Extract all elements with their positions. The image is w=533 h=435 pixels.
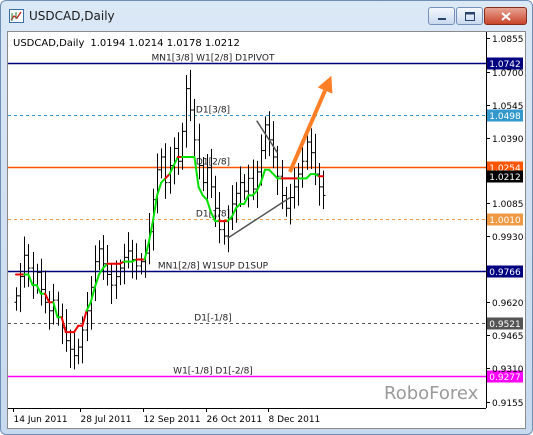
- annotations-layer: [227, 75, 333, 239]
- chart-app-icon: [9, 9, 24, 23]
- y-tick-label: 1.0390: [492, 135, 524, 145]
- y-tick-label: 1.0855: [492, 35, 524, 45]
- y-tick-label: 0.9310: [492, 365, 524, 375]
- x-tick-label: 14 Jun 2011: [14, 415, 68, 425]
- symbol-timeframe-label: USDCAD,Daily 1.0194 1.0214 1.0178 1.0212: [13, 38, 240, 49]
- level-label: MN1[3/8] W1[2/8] D1PIVOT: [152, 54, 275, 64]
- levels-layer: MN1[3/8] W1[2/8] D1PIVOT1.0742D1[3/8]1.0…: [8, 54, 523, 383]
- ma-segment-up: [197, 185, 204, 197]
- chart-window: USDCAD,Daily MN1[3/8] W1[2/8] D1PIVOT 1.0…: [0, 0, 533, 435]
- price-chart[interactable]: MN1[3/8] W1[2/8] D1PIVOT1.0742D1[3/8]1.0…: [8, 32, 525, 428]
- ma-segment-down: [81, 309, 88, 327]
- x-tick-label: 28 Jul 2011: [81, 415, 132, 425]
- level-label: D1[3/8]: [196, 106, 230, 116]
- axes-layer: 1.0855 1.0700 1.0545 1.0390 1.0085 0.9930 0.96…: [13, 35, 524, 425]
- triangle-upper-line: [256, 120, 279, 154]
- maximize-button[interactable]: [456, 7, 483, 25]
- title-bar[interactable]: USDCAD,Daily: [1, 1, 532, 31]
- y-tick-label: 1.0085: [492, 200, 524, 210]
- price-tag-label: 1.0212: [489, 173, 521, 183]
- x-tick-label: 8 Dec 2011: [269, 415, 321, 425]
- chart-frame: MN1[3/8] W1[2/8] D1PIVOT 1.0742 D1[3/8] 1.0…: [7, 31, 526, 429]
- maximize-icon: [465, 12, 475, 21]
- ma-segment-down: [73, 324, 80, 334]
- ma-segment-up: [27, 273, 34, 287]
- close-icon: [501, 12, 511, 21]
- y-tick-label: 1.0545: [492, 102, 524, 112]
- price-tag-label: 1.0498: [489, 112, 521, 122]
- price-tag-label: 1.0010: [489, 216, 521, 226]
- y-tick-label: 0.9930: [492, 233, 524, 243]
- close-button[interactable]: [484, 7, 527, 25]
- y-tick-label: 1.0700: [492, 69, 524, 79]
- level-label: MN1[2/8] W1SUP D1SUP: [158, 262, 269, 272]
- window-title: USDCAD,Daily: [29, 9, 115, 23]
- watermark: RoboForex: [384, 383, 479, 404]
- y-tick-label: 0.9620: [492, 299, 524, 309]
- minimize-icon: [438, 18, 446, 20]
- level-label: D1[-1/8]: [194, 314, 231, 324]
- level-label: W1[-1/8] D1[-2/8]: [173, 367, 253, 377]
- x-tick-label: 26 Oct 2011: [207, 415, 263, 425]
- price-tag-label: 0.9521: [489, 320, 521, 330]
- y-tick-label: 0.9155: [492, 399, 524, 409]
- y-tick-label: 0.9465: [492, 332, 524, 342]
- minimize-button[interactable]: [428, 7, 455, 25]
- x-tick-label: 12 Sep 2011: [144, 415, 201, 425]
- price-tag-label: 0.9766: [489, 268, 521, 278]
